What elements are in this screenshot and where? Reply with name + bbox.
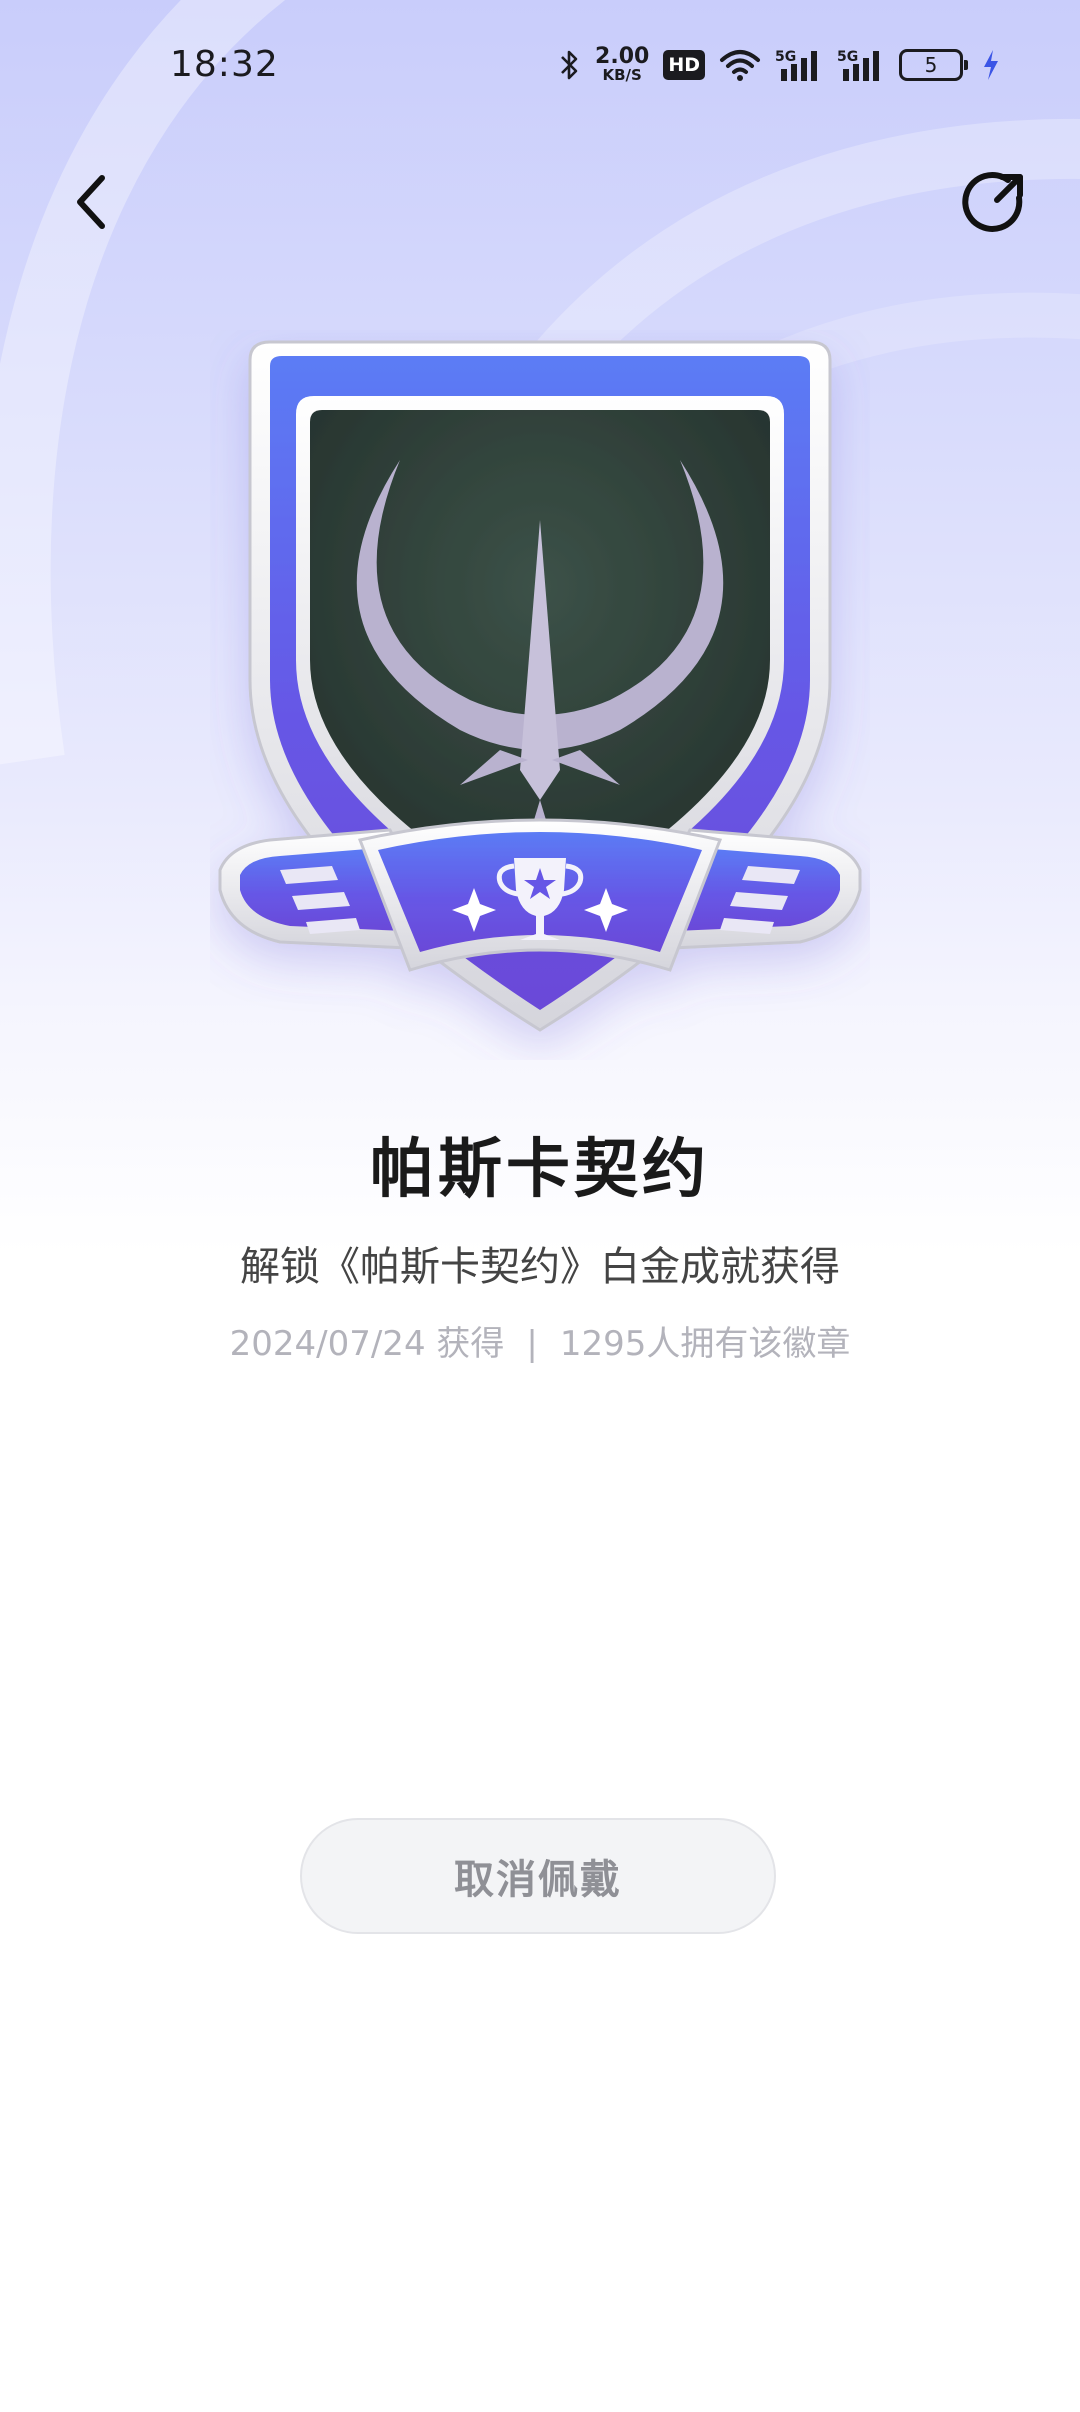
- status-icons: 2.00 KB/S HD 5G 5G 5: [559, 46, 1000, 83]
- bluetooth-icon: [561, 50, 578, 79]
- network-speed-unit: KB/S: [602, 66, 642, 84]
- badge-owner-count: 1295人拥有该徽章: [559, 1324, 851, 1364]
- meta-separator: |: [526, 1324, 538, 1364]
- cancel-wear-button[interactable]: 取消佩戴: [300, 1818, 776, 1934]
- share-icon: [962, 171, 1023, 232]
- status-time: 18:32: [170, 44, 279, 85]
- signal-icon: 5G: [775, 49, 817, 81]
- badge-emblem: [218, 340, 862, 1032]
- back-button[interactable]: [52, 162, 132, 242]
- wifi-icon: [720, 49, 760, 81]
- battery-icon: 5: [899, 48, 968, 81]
- battery-level: 5: [924, 52, 938, 77]
- signal-icon-2: 5G: [837, 49, 879, 81]
- network-speed: 2.00 KB/S: [595, 46, 649, 83]
- signal-2-label: 5G: [837, 49, 858, 65]
- status-bar: 18:32 2.00 KB/S HD 5G 5G 5: [0, 0, 1080, 140]
- badge-meta: 2024/07/24 获得 | 1295人拥有该徽章: [0, 1316, 1080, 1365]
- badge-obtained-date: 2024/07/24 获得: [229, 1324, 505, 1364]
- share-button[interactable]: [954, 162, 1036, 244]
- badge-title: 帕斯卡契约: [370, 1133, 710, 1207]
- charging-icon: [984, 49, 998, 80]
- hd-voice-icon: HD: [663, 49, 705, 80]
- network-speed-value: 2.00: [595, 44, 650, 69]
- signal-1-label: 5G: [775, 49, 796, 65]
- badge-description: 解锁《帕斯卡契约》白金成就获得: [240, 1244, 840, 1290]
- chevron-left-icon: [77, 175, 105, 229]
